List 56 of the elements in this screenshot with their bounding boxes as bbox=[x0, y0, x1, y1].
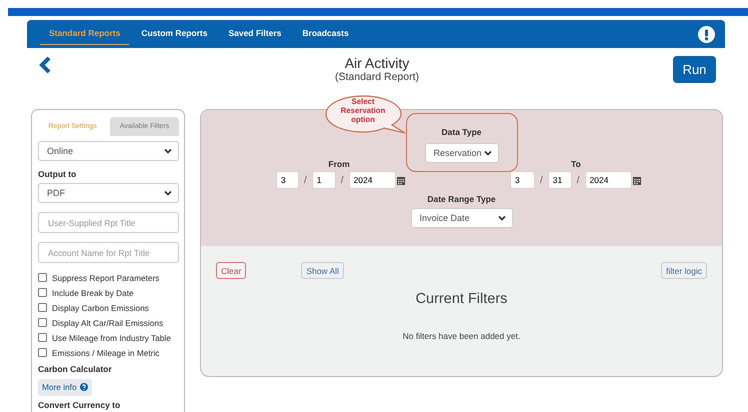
more-info-button[interactable]: More info bbox=[38, 378, 92, 396]
date-field[interactable]: 3 bbox=[277, 172, 298, 188]
calendar-icon[interactable] bbox=[396, 176, 405, 184]
checkbox-label: Emissions / Mileage in Metric bbox=[52, 348, 160, 358]
checkbox[interactable] bbox=[38, 303, 47, 312]
section-title: Current Filters bbox=[414, 291, 508, 307]
back-icon[interactable] bbox=[38, 56, 52, 74]
checkbox-label: Display Carbon Emissions bbox=[52, 302, 149, 312]
dropdown[interactable]: Online bbox=[38, 141, 179, 161]
date-field[interactable]: 31 bbox=[548, 172, 571, 188]
checkbox-label: Suppress Report Parameters bbox=[52, 272, 160, 282]
caret-icon bbox=[498, 215, 506, 221]
dropdown[interactable]: PDF bbox=[38, 183, 179, 203]
caret-icon bbox=[484, 150, 492, 156]
clear-button[interactable]: Clear bbox=[216, 262, 246, 279]
field-label: Data Type bbox=[442, 127, 482, 137]
nav-tab[interactable]: Broadcasts bbox=[293, 23, 358, 45]
field-label: To bbox=[570, 159, 582, 169]
field-label: Output to bbox=[38, 169, 78, 179]
dropdown[interactable]: Invoice Date bbox=[410, 208, 512, 228]
nav-tab[interactable]: Custom Reports bbox=[132, 23, 216, 45]
alert-icon[interactable] bbox=[698, 26, 715, 42]
nav-tab[interactable]: Saved Filters bbox=[219, 23, 290, 45]
date-field[interactable]: 2024 bbox=[586, 172, 631, 188]
report-title: Air Activity bbox=[344, 55, 410, 71]
input-field[interactable]: Account Name for Rpt Title bbox=[38, 242, 179, 263]
report-subtitle: (Standard Report) bbox=[334, 71, 420, 83]
checkbox[interactable] bbox=[38, 333, 47, 342]
checkbox[interactable] bbox=[38, 288, 47, 297]
date-separator: / bbox=[540, 174, 543, 186]
checkbox-label: Include Break by Date bbox=[52, 288, 134, 298]
section-label: Carbon Calculator bbox=[38, 364, 113, 374]
empty-message: No filters have been added yet. bbox=[402, 331, 522, 341]
date-separator: / bbox=[340, 174, 344, 186]
checkbox[interactable] bbox=[38, 318, 47, 327]
input-field[interactable]: User-Supplied Rpt Title bbox=[38, 212, 179, 233]
date-field[interactable]: 2024 bbox=[350, 172, 395, 188]
field-label: Date Range Type bbox=[427, 194, 496, 204]
caret-icon bbox=[164, 190, 172, 196]
help-icon bbox=[80, 383, 88, 391]
field-label: From bbox=[327, 159, 351, 169]
filter-button[interactable]: Show All bbox=[301, 262, 344, 279]
caret-icon bbox=[164, 148, 172, 154]
dropdown[interactable]: Reservation bbox=[424, 143, 498, 163]
date-field[interactable]: 3 bbox=[511, 172, 534, 188]
filter-button[interactable]: filter logic bbox=[661, 262, 707, 279]
date-field[interactable]: 1 bbox=[312, 172, 335, 188]
date-separator: / bbox=[576, 174, 580, 186]
date-separator: / bbox=[304, 174, 307, 186]
checkbox-label: Display Alt Car/Rail Emissions bbox=[52, 318, 164, 328]
field-label: Convert Currency to bbox=[38, 400, 122, 410]
checkbox[interactable] bbox=[38, 273, 47, 282]
run-button[interactable]: Run bbox=[673, 56, 716, 83]
calendar-icon[interactable] bbox=[632, 176, 641, 184]
checkbox-label: Use Mileage from Industry Table bbox=[52, 332, 171, 342]
checkbox[interactable] bbox=[38, 348, 47, 357]
